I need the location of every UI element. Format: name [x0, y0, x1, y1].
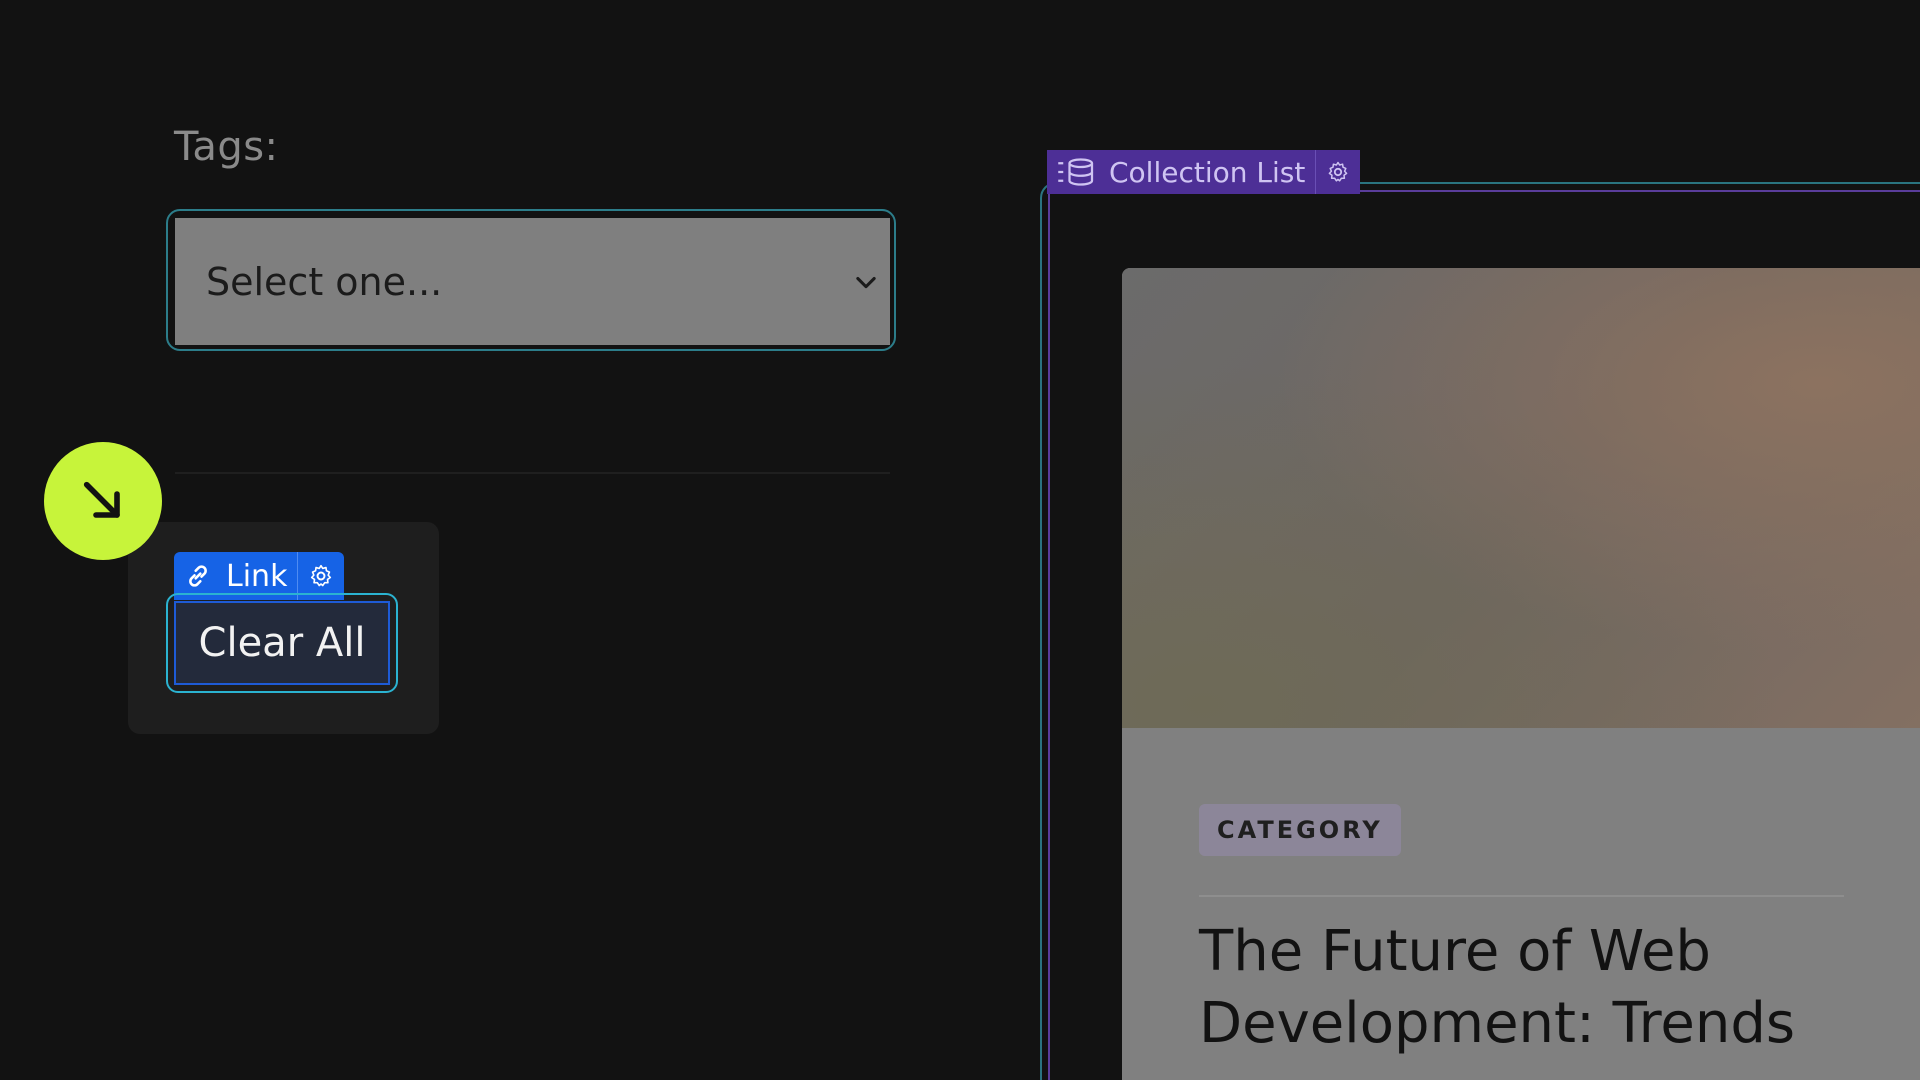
- card-divider: [1199, 895, 1844, 897]
- category-badge[interactable]: CATEGORY: [1199, 804, 1401, 856]
- card-image: [1122, 268, 1920, 728]
- tags-select[interactable]: Select one...: [175, 218, 890, 345]
- select-value: Select one...: [206, 259, 443, 304]
- tags-label: Tags:: [174, 124, 279, 170]
- card-body: CATEGORY The Future of Web Development: …: [1122, 728, 1920, 1080]
- collection-settings-button[interactable]: [1315, 150, 1360, 194]
- collection-list-tag[interactable]: Collection List: [1047, 150, 1361, 194]
- collection-tag-label: Collection List: [1109, 155, 1306, 189]
- chevron-down-icon: [856, 276, 876, 288]
- gear-icon: [1328, 161, 1348, 182]
- card-title[interactable]: The Future of Web Development: Trends: [1199, 916, 1919, 1060]
- divider: [175, 472, 890, 474]
- link-tag-label: Link: [226, 558, 288, 594]
- clear-all-button[interactable]: Clear All: [174, 601, 390, 685]
- link-icon: [189, 565, 207, 587]
- database-list-icon: [1058, 158, 1094, 186]
- designer-canvas: Tags: Select one... Link Clear All Colle…: [0, 0, 1920, 1080]
- gear-icon: [311, 564, 332, 587]
- arrow-down-right-icon: [83, 481, 120, 518]
- cursor-badge: [44, 442, 162, 560]
- collection-tag-label-segment[interactable]: Collection List: [1047, 150, 1315, 194]
- collection-card[interactable]: CATEGORY The Future of Web Development: …: [1122, 268, 1920, 1080]
